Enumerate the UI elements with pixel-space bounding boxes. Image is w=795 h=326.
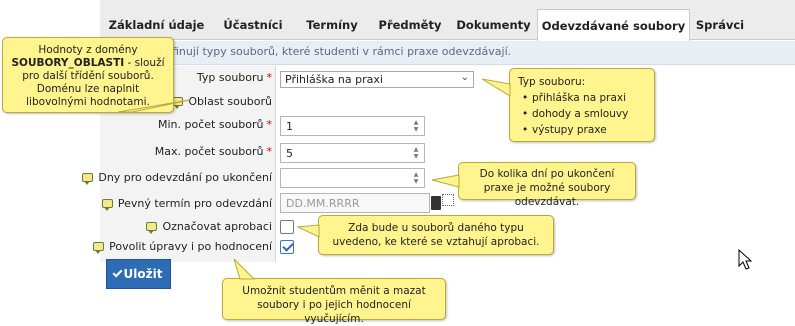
tooltip-tails (117, 78, 753, 280)
mouse-cursor-icon (738, 248, 753, 270)
